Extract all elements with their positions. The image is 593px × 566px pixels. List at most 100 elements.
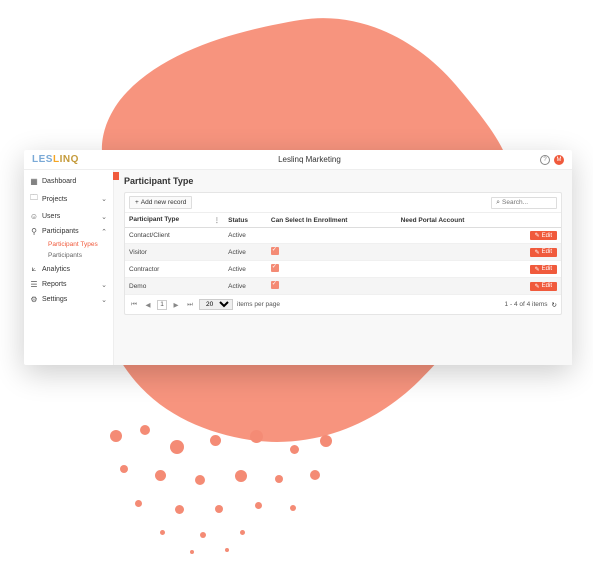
table-row: VisitorActive ✎Edit bbox=[125, 244, 561, 261]
pager-first-button[interactable]: ⏮ bbox=[129, 300, 139, 310]
cell-status: Active bbox=[224, 244, 267, 261]
col-portal[interactable]: Need Portal Account bbox=[397, 213, 507, 228]
cell-name: Contractor bbox=[125, 261, 224, 278]
cell-actions: ✎Edit bbox=[507, 244, 561, 261]
pager-label: items per page bbox=[237, 301, 280, 308]
main-content: Participant Type + Add new record ⌕ bbox=[114, 170, 572, 365]
logo: LESLINQ bbox=[32, 154, 79, 165]
cell-name: Contact/Client bbox=[125, 228, 224, 244]
page-size-select[interactable]: 20 bbox=[199, 299, 233, 310]
user-icon: ☺ bbox=[30, 212, 38, 221]
search-input[interactable] bbox=[502, 199, 552, 206]
sidebar-item-analytics[interactable]: ⟀ Analytics bbox=[24, 261, 113, 277]
plus-icon: + bbox=[135, 199, 139, 206]
pencil-icon: ✎ bbox=[535, 249, 540, 256]
page-header-title: Leslinq Marketing bbox=[79, 155, 540, 164]
sidebar-item-label: Participants bbox=[42, 228, 101, 235]
table-toolbar: + Add new record ⌕ bbox=[125, 193, 561, 213]
topbar-actions: ? M bbox=[540, 155, 564, 165]
sidebar-item-label: Analytics bbox=[42, 266, 107, 273]
pencil-icon: ✎ bbox=[535, 232, 540, 239]
table-row: DemoActive ✎Edit bbox=[125, 278, 561, 295]
pager: ⏮ ◀ 1 ▶ ⏭ 20 items per page 1 - 4 of 4 i… bbox=[125, 295, 561, 314]
pager-summary: 1 - 4 of 4 items bbox=[505, 301, 548, 308]
avatar[interactable]: M bbox=[554, 155, 564, 165]
chart-icon: ⟀ bbox=[30, 264, 38, 274]
report-icon: ☰ bbox=[30, 280, 38, 289]
sidebar-item-label: Dashboard bbox=[42, 178, 107, 185]
search-icon: ⌕ bbox=[496, 199, 500, 207]
pencil-icon: ✎ bbox=[535, 283, 540, 290]
pager-last-button[interactable]: ⏭ bbox=[185, 300, 195, 310]
search-wrap: ⌕ bbox=[491, 197, 557, 209]
chevron-down-icon: ⌄ bbox=[101, 281, 107, 289]
cell-name: Visitor bbox=[125, 244, 224, 261]
sidebar-item-users[interactable]: ☺ Users ⌄ bbox=[24, 209, 113, 224]
checked-icon bbox=[271, 247, 279, 255]
pager-current-page[interactable]: 1 bbox=[157, 300, 167, 310]
add-record-button[interactable]: + Add new record bbox=[129, 196, 192, 209]
edit-button[interactable]: ✎Edit bbox=[530, 231, 557, 240]
data-card: + Add new record ⌕ Participant Type ⋮ bbox=[124, 192, 562, 315]
sidebar-item-label: Reports bbox=[42, 281, 101, 288]
pencil-icon: ✎ bbox=[535, 266, 540, 273]
pager-next-button[interactable]: ▶ bbox=[171, 300, 181, 310]
sidebar-subitem-participant-types[interactable]: Participant Types bbox=[42, 239, 113, 250]
cell-enroll bbox=[267, 261, 397, 278]
cell-actions: ✎Edit bbox=[507, 228, 561, 244]
chevron-down-icon: ⌄ bbox=[101, 195, 107, 203]
help-icon[interactable]: ? bbox=[540, 155, 550, 165]
sidebar-item-label: Settings bbox=[42, 296, 101, 303]
cell-enroll bbox=[267, 244, 397, 261]
sidebar-subitem-participants[interactable]: Participants bbox=[42, 250, 113, 261]
chevron-up-icon: ⌃ bbox=[101, 228, 107, 236]
checked-icon bbox=[271, 264, 279, 272]
participant-type-table: Participant Type ⋮ Status Can Select In … bbox=[125, 213, 561, 295]
chevron-down-icon: ⌄ bbox=[101, 296, 107, 304]
app-window: LESLINQ Leslinq Marketing ? M ▦ Dashboar… bbox=[24, 150, 572, 365]
col-status[interactable]: Status bbox=[224, 213, 267, 228]
col-participant-type[interactable]: Participant Type ⋮ bbox=[125, 213, 224, 228]
cell-status: Active bbox=[224, 228, 267, 244]
cell-portal bbox=[397, 244, 507, 261]
decorative-dots bbox=[100, 420, 380, 560]
cell-actions: ✎Edit bbox=[507, 261, 561, 278]
gear-icon: ⚙ bbox=[30, 295, 38, 304]
edit-button[interactable]: ✎Edit bbox=[530, 248, 557, 257]
cell-status: Active bbox=[224, 278, 267, 295]
cell-status: Active bbox=[224, 261, 267, 278]
cell-enroll bbox=[267, 278, 397, 295]
cell-enroll bbox=[267, 228, 397, 244]
sidebar: ▦ Dashboard 🗀 Projects ⌄ ☺ Users ⌄ ⚲ Par… bbox=[24, 170, 114, 365]
col-enrollment[interactable]: Can Select In Enrollment bbox=[267, 213, 397, 228]
table-row: Contact/ClientActive ✎Edit bbox=[125, 228, 561, 244]
checked-icon bbox=[271, 281, 279, 289]
sidebar-item-participants[interactable]: ⚲ Participants ⌃ bbox=[24, 224, 113, 239]
dashboard-icon: ▦ bbox=[30, 177, 38, 186]
cell-portal bbox=[397, 228, 507, 244]
chevron-down-icon: ⌄ bbox=[101, 213, 107, 221]
sidebar-submenu-participants: Participant Types Participants bbox=[24, 239, 113, 261]
pager-prev-button[interactable]: ◀ bbox=[143, 300, 153, 310]
column-menu-icon[interactable]: ⋮ bbox=[214, 216, 221, 224]
col-actions bbox=[507, 213, 561, 228]
cell-name: Demo bbox=[125, 278, 224, 295]
cell-portal bbox=[397, 278, 507, 295]
sidebar-item-dashboard[interactable]: ▦ Dashboard bbox=[24, 174, 113, 189]
edit-button[interactable]: ✎Edit bbox=[530, 282, 557, 291]
topbar: LESLINQ Leslinq Marketing ? M bbox=[24, 150, 572, 170]
page-title: Participant Type bbox=[124, 176, 562, 186]
edit-button[interactable]: ✎Edit bbox=[530, 265, 557, 274]
refresh-icon[interactable]: ↻ bbox=[552, 301, 557, 309]
sidebar-item-projects[interactable]: 🗀 Projects ⌄ bbox=[24, 189, 113, 209]
notification-badge bbox=[113, 172, 119, 180]
table-row: ContractorActive ✎Edit bbox=[125, 261, 561, 278]
folder-icon: 🗀 bbox=[30, 192, 38, 206]
cell-portal bbox=[397, 261, 507, 278]
sidebar-item-settings[interactable]: ⚙ Settings ⌄ bbox=[24, 292, 113, 307]
sidebar-item-label: Users bbox=[42, 213, 101, 220]
cell-actions: ✎Edit bbox=[507, 278, 561, 295]
participants-icon: ⚲ bbox=[30, 227, 38, 236]
sidebar-item-reports[interactable]: ☰ Reports ⌄ bbox=[24, 277, 113, 292]
sidebar-item-label: Projects bbox=[42, 196, 101, 203]
